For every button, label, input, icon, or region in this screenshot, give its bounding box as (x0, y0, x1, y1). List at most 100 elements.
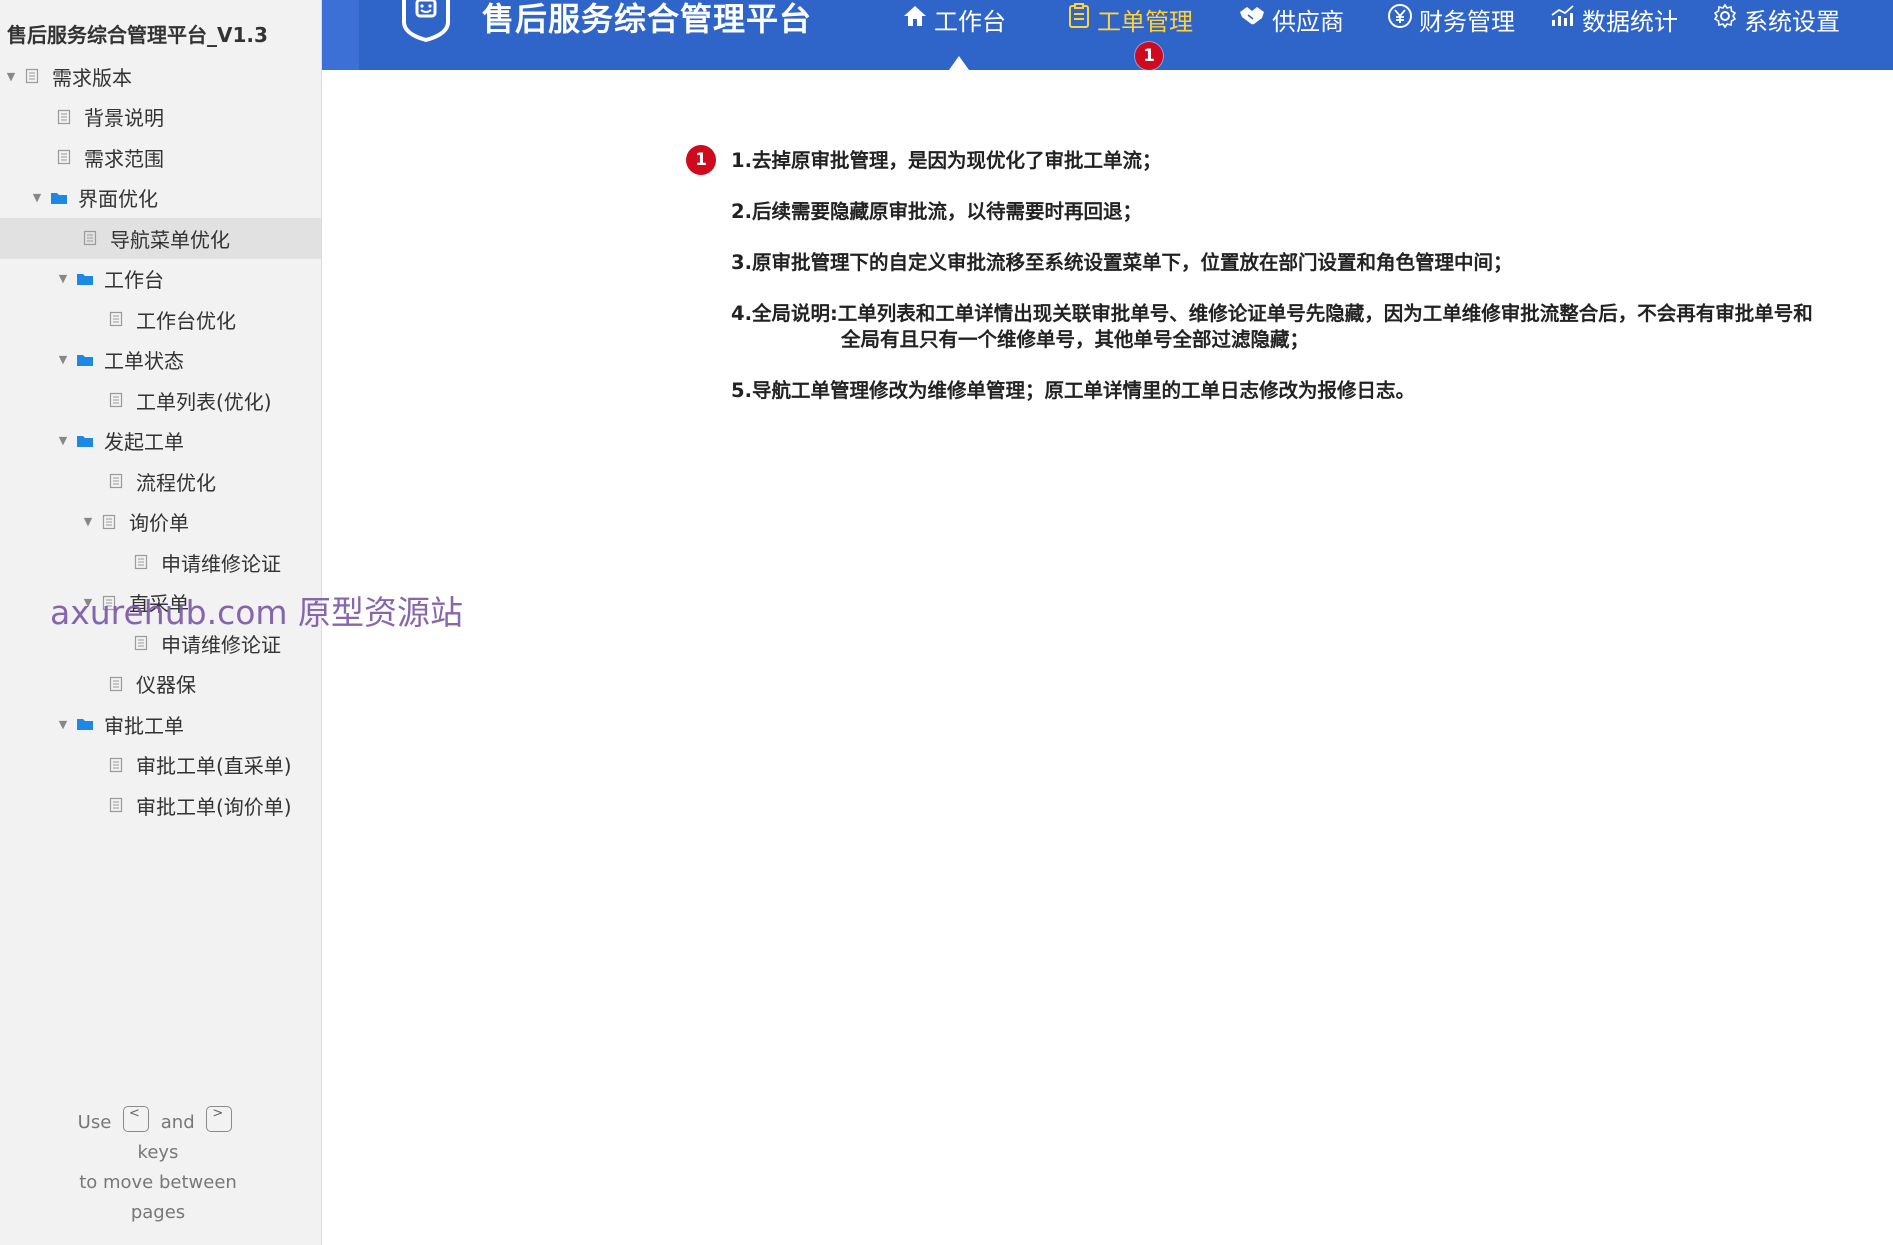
tree-item-label: 审批工单 (104, 713, 184, 738)
home-icon (902, 4, 934, 34)
nav-workbench[interactable]: 工作台 (902, 0, 1006, 38)
tree-item-scope[interactable]: 需求范围 (0, 137, 321, 178)
note-item: 5.导航工单管理修改为维修单管理；原工单详情里的工单日志修改为报修日志。 (731, 379, 1415, 402)
tree-item-label: 需求版本 (52, 65, 132, 90)
nav-label: 数据统计 (1582, 7, 1678, 36)
handshake-icon (1238, 4, 1272, 34)
folder-icon (50, 190, 67, 206)
nav-statistics[interactable]: 数据统计 (1550, 0, 1678, 38)
note-item: 1.去掉原审批管理，是因为现优化了审批工单流； (731, 149, 1162, 172)
folder-icon (76, 352, 93, 368)
nav-label: 财务管理 (1419, 7, 1515, 36)
tree-item-label: 背景说明 (84, 106, 164, 131)
requirement-notes: 1.去掉原审批管理，是因为现优化了审批工单流； 2.后续需要隐藏原审批流，以待需… (731, 148, 1893, 429)
nav-label: 系统设置 (1744, 7, 1840, 36)
tree-item-label: 需求范围 (84, 146, 164, 171)
tree-item-label: 流程优化 (136, 470, 216, 495)
note-item: 2.后续需要隐藏原审批流，以待需要时再回退； (731, 200, 1142, 223)
page-icon (101, 514, 117, 530)
caret-down-icon[interactable]: ▼ (81, 515, 95, 529)
keyboard-help: Use < and > keys to move between pages (0, 1106, 316, 1228)
tree-item-label: 询价单 (129, 511, 189, 536)
note-item-continuation: 全局有且只有一个维修单号，其他单号全部过滤隐藏； (841, 328, 1310, 351)
tree-item-label: 申请维修论证 (161, 551, 281, 576)
yen-icon (1387, 3, 1419, 35)
tree-item-label: 审批工单(询价单) (136, 794, 292, 819)
active-nav-pointer (949, 56, 969, 70)
page-icon (24, 68, 40, 84)
tree-item-instrument-insurance[interactable]: 仪器保 (0, 664, 321, 705)
annotation-badge: 1 (686, 145, 716, 175)
prev-key-icon: < (123, 1106, 150, 1132)
folder-icon (76, 716, 93, 732)
caret-down-icon[interactable]: ▼ (56, 272, 70, 286)
tree-item-inquiry-order[interactable]: ▼ 询价单 (0, 502, 321, 543)
tree-item-workbench[interactable]: ▼ 工作台 (0, 259, 321, 300)
help-keys: keys (137, 1142, 179, 1163)
caret-down-icon[interactable]: ▼ (4, 69, 18, 83)
tree-item-workbench-optimization[interactable]: 工作台优化 (0, 299, 321, 340)
tree-item-process-optimization[interactable]: 流程优化 (0, 461, 321, 502)
tree-item-order-status[interactable]: ▼ 工单状态 (0, 340, 321, 381)
nav-label: 供应商 (1272, 7, 1344, 36)
tree-item-label: 界面优化 (78, 187, 158, 212)
document-icon (1067, 3, 1097, 35)
nav-order-management[interactable]: 工单管理 (1067, 0, 1193, 38)
folder-icon (76, 271, 93, 287)
page-icon (108, 797, 124, 813)
nav-supplier[interactable]: 供应商 (1238, 0, 1344, 38)
nav-finance[interactable]: 财务管理 (1387, 0, 1515, 38)
page-icon (108, 676, 124, 692)
note-item: 3.原审批管理下的自定义审批流移至系统设置菜单下，位置放在部门设置和角色管理中间… (731, 251, 1513, 274)
help-move: to move between (79, 1172, 237, 1193)
tree-item-label: 发起工单 (104, 430, 184, 455)
tree-item-nav-menu-optimization[interactable]: 导航菜单优化 (0, 218, 321, 259)
page-icon (108, 392, 124, 408)
tree-item-apply-repair-proof[interactable]: 申请维修论证 (0, 542, 321, 583)
tree-item-requirements-version[interactable]: ▼ 需求版本 (0, 56, 321, 97)
caret-down-icon[interactable]: ▼ (56, 717, 70, 731)
annotation-badge: 1 (1135, 42, 1163, 70)
project-title: 售后服务综合管理平台_V1.3 (7, 23, 268, 47)
tree-item-order-list[interactable]: 工单列表(优化) (0, 380, 321, 421)
help-and: and (160, 1112, 195, 1133)
page-icon (56, 109, 72, 125)
tree-item-background[interactable]: 背景说明 (0, 97, 321, 138)
page-icon (133, 554, 149, 570)
tree-item-label: 工作台 (104, 268, 164, 293)
tree-item-label: 工单状态 (104, 349, 184, 374)
note-item-line: 4.全局说明:工单列表和工单详情出现关联审批单号、维修论证单号先隐藏，因为工单维… (731, 302, 1813, 325)
tree-item-ui-optimization[interactable]: ▼ 界面优化 (0, 178, 321, 219)
tree-item-label: 审批工单(直采单) (136, 754, 292, 779)
page-icon (56, 149, 72, 165)
tree-item-create-order[interactable]: ▼ 发起工单 (0, 421, 321, 462)
caret-down-icon[interactable]: ▼ (56, 434, 70, 448)
help-use: Use (77, 1112, 112, 1133)
tree-item-label: 工单列表(优化) (136, 389, 272, 414)
logo-icon (398, 0, 454, 43)
caret-down-icon[interactable]: ▼ (30, 191, 44, 205)
caret-down-icon[interactable]: ▼ (56, 353, 70, 367)
nav-label: 工作台 (934, 7, 1006, 36)
note-item: 4.全局说明:工单列表和工单详情出现关联审批单号、维修论证单号先隐藏，因为工单维… (731, 301, 1893, 353)
app-header: 售后服务综合管理平台 工作台 工单管理 供应商 财务管理 数据统计 系统设置 1 (322, 0, 1893, 70)
page-icon (82, 230, 98, 246)
folder-icon (76, 433, 93, 449)
tree-item-approve-inquiry[interactable]: 审批工单(询价单) (0, 785, 321, 826)
next-key-icon: > (206, 1106, 233, 1132)
tree-item-label: 仪器保 (136, 673, 196, 698)
tree-item-label: 工作台优化 (136, 308, 236, 333)
tree-item-approve-order[interactable]: ▼ 审批工单 (0, 704, 321, 745)
page-icon (108, 311, 124, 327)
tree-item-approve-direct-purchase[interactable]: 审批工单(直采单) (0, 745, 321, 786)
page-icon (108, 757, 124, 773)
help-pages: pages (130, 1202, 186, 1223)
page-icon (108, 473, 124, 489)
page-icon (133, 635, 149, 651)
gear-icon (1712, 3, 1744, 35)
nav-label: 工单管理 (1097, 7, 1193, 36)
app-title: 售后服务综合管理平台 (482, 0, 813, 38)
nav-system-settings[interactable]: 系统设置 (1712, 0, 1840, 38)
page-tree: ▼ 需求版本 背景说明 需求范围 ▼ 界面优化 导航菜单优化 ▼ 工作台 工作台… (0, 56, 321, 826)
watermark: axurehub.com 原型资源站 (50, 593, 464, 632)
